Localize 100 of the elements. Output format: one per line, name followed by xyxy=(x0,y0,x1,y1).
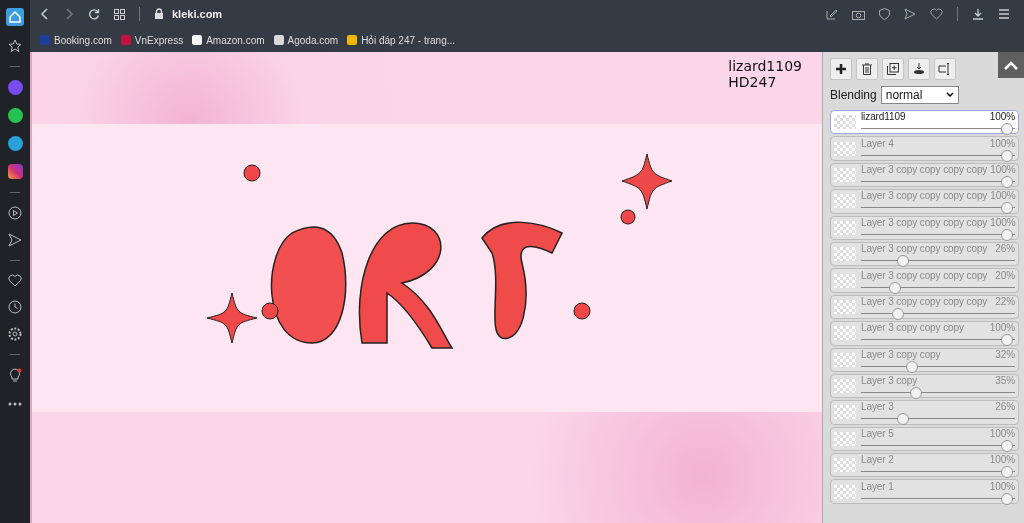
shield-icon[interactable] xyxy=(879,8,890,20)
layer-item[interactable]: lizard1109 100% xyxy=(830,110,1019,135)
layer-name: Layer 3 copy xyxy=(861,375,918,387)
address-bar-url[interactable]: kleki.com xyxy=(172,8,223,20)
play-circle-icon[interactable] xyxy=(8,206,22,220)
layer-item[interactable]: Layer 3 copy 35% xyxy=(830,373,1019,399)
layer-item[interactable]: Layer 2 100% xyxy=(830,453,1019,478)
text-field-icon xyxy=(938,63,952,75)
slider-thumb[interactable] xyxy=(1001,149,1013,162)
layer-opacity: 100% xyxy=(989,480,1015,492)
layer-thumbnail xyxy=(834,247,856,262)
slider-thumb[interactable] xyxy=(1001,228,1013,241)
blending-dropdown[interactable]: normal xyxy=(880,86,959,104)
layer-thumbnail xyxy=(834,379,856,394)
opacity-slider[interactable] xyxy=(861,228,1015,239)
slider-thumb[interactable] xyxy=(897,413,910,426)
slider-thumb[interactable] xyxy=(905,360,918,373)
slider-thumb[interactable] xyxy=(897,255,910,268)
collapse-button[interactable] xyxy=(998,52,1024,78)
slider-thumb[interactable] xyxy=(891,307,904,320)
bookmark-link[interactable]: VnExpress xyxy=(120,34,184,46)
layer-item[interactable]: Layer 1 100% xyxy=(830,479,1019,504)
download-icon[interactable] xyxy=(972,8,984,20)
menu-icon[interactable] xyxy=(998,9,1010,19)
opacity-slider[interactable] xyxy=(861,307,1015,318)
layer-item[interactable]: Layer 5 100% xyxy=(830,426,1019,452)
send-icon[interactable] xyxy=(8,233,22,247)
chevron-up-icon xyxy=(1004,60,1018,70)
opacity-slider[interactable] xyxy=(861,175,1015,186)
add-layer-button[interactable] xyxy=(830,58,852,80)
layer-opacity: 26% xyxy=(995,401,1015,413)
layer-item[interactable]: Layer 3 26% xyxy=(830,400,1019,425)
opacity-slider[interactable] xyxy=(861,466,1015,477)
layer-thumbnail xyxy=(834,220,856,235)
slider-thumb[interactable] xyxy=(1001,202,1013,215)
heart-icon[interactable] xyxy=(8,274,22,287)
opacity-slider[interactable] xyxy=(861,413,1015,424)
layer-item[interactable]: Layer 4 100% xyxy=(830,136,1019,161)
layer-opacity: 100% xyxy=(990,190,1016,202)
slider-thumb[interactable] xyxy=(1001,466,1013,479)
layer-item[interactable]: Layer 3 copy copy copy copy 100% xyxy=(830,215,1019,240)
layer-item[interactable]: Layer 3 copy copy copy 100% xyxy=(830,321,1019,346)
layer-item[interactable]: Layer 3 copy copy copy copy 22% xyxy=(830,294,1019,320)
send-icon[interactable] xyxy=(904,8,916,20)
layer-item[interactable]: Layer 3 copy copy copy copy 20% xyxy=(830,268,1019,293)
slider-thumb[interactable] xyxy=(1001,439,1013,452)
signature-text: HD247 xyxy=(728,74,778,90)
layer-item[interactable]: Layer 3 copy copy 32% xyxy=(830,347,1019,372)
slider-thumb[interactable] xyxy=(1001,175,1013,188)
layer-thumbnail xyxy=(834,167,856,182)
opacity-slider[interactable] xyxy=(861,149,1015,160)
layer-item[interactable]: Layer 3 copy copy copy copy 26% xyxy=(830,241,1019,267)
camera-icon[interactable] xyxy=(852,8,865,20)
layer-item[interactable]: Layer 3 copy copy copy copy 100% xyxy=(830,189,1019,214)
layer-name: Layer 3 copy copy copy copy xyxy=(861,216,988,228)
layer-name: Layer 3 xyxy=(861,401,894,413)
slider-thumb[interactable] xyxy=(889,281,901,294)
layer-name: Layer 3 copy copy xyxy=(861,348,941,360)
home-icon[interactable] xyxy=(6,8,24,26)
opacity-slider[interactable] xyxy=(861,334,1015,345)
opacity-slider[interactable] xyxy=(861,360,1015,371)
opacity-slider[interactable] xyxy=(861,492,1015,503)
opacity-slider[interactable] xyxy=(861,123,1015,134)
more-icon[interactable] xyxy=(8,402,22,406)
forward-icon[interactable] xyxy=(64,8,74,20)
slider-thumb[interactable] xyxy=(910,387,922,400)
layer-opacity: 20% xyxy=(995,269,1015,281)
slider-thumb[interactable] xyxy=(1001,123,1013,136)
opacity-slider[interactable] xyxy=(861,281,1015,292)
drawing-canvas[interactable]: lizard1109 HD247 xyxy=(30,52,822,523)
layer-opacity: 35% xyxy=(995,375,1015,387)
edit-icon[interactable] xyxy=(826,8,838,20)
bookmark-link[interactable]: Booking.com xyxy=(40,34,112,46)
delete-layer-button[interactable] xyxy=(856,58,878,80)
layer-thumbnail xyxy=(834,141,856,156)
layer-thumbnail xyxy=(834,273,856,288)
reload-icon[interactable] xyxy=(88,8,100,20)
settings-icon[interactable] xyxy=(8,327,22,341)
opacity-slider[interactable] xyxy=(861,202,1015,213)
slider-thumb[interactable] xyxy=(1001,334,1013,347)
clock-icon[interactable] xyxy=(8,300,22,314)
lightbulb-icon[interactable] xyxy=(8,368,22,383)
layer-opacity: 100% xyxy=(990,163,1016,175)
layer-opacity: 22% xyxy=(995,295,1015,307)
star-icon[interactable] xyxy=(8,39,22,53)
back-icon[interactable] xyxy=(40,8,50,20)
layer-opacity: 32% xyxy=(995,348,1015,360)
layer-item[interactable]: Layer 3 copy copy copy copy 100% xyxy=(830,162,1019,188)
merge-layer-button[interactable] xyxy=(908,58,930,80)
duplicate-layer-button[interactable] xyxy=(882,58,904,80)
bookmark-link[interactable]: Hỏi đáp 247 - trang... xyxy=(347,34,456,46)
slider-thumb[interactable] xyxy=(1001,492,1013,505)
opacity-slider[interactable] xyxy=(861,255,1015,266)
grid-icon[interactable] xyxy=(114,8,125,20)
layer-opacity: 100% xyxy=(989,427,1015,439)
bookmark-link[interactable]: Agoda.com xyxy=(273,34,339,46)
bookmark-link[interactable]: Amazon.com xyxy=(192,34,265,46)
heart-icon[interactable] xyxy=(930,8,943,20)
opacity-slider[interactable] xyxy=(861,387,1015,398)
opacity-slider[interactable] xyxy=(861,439,1015,450)
